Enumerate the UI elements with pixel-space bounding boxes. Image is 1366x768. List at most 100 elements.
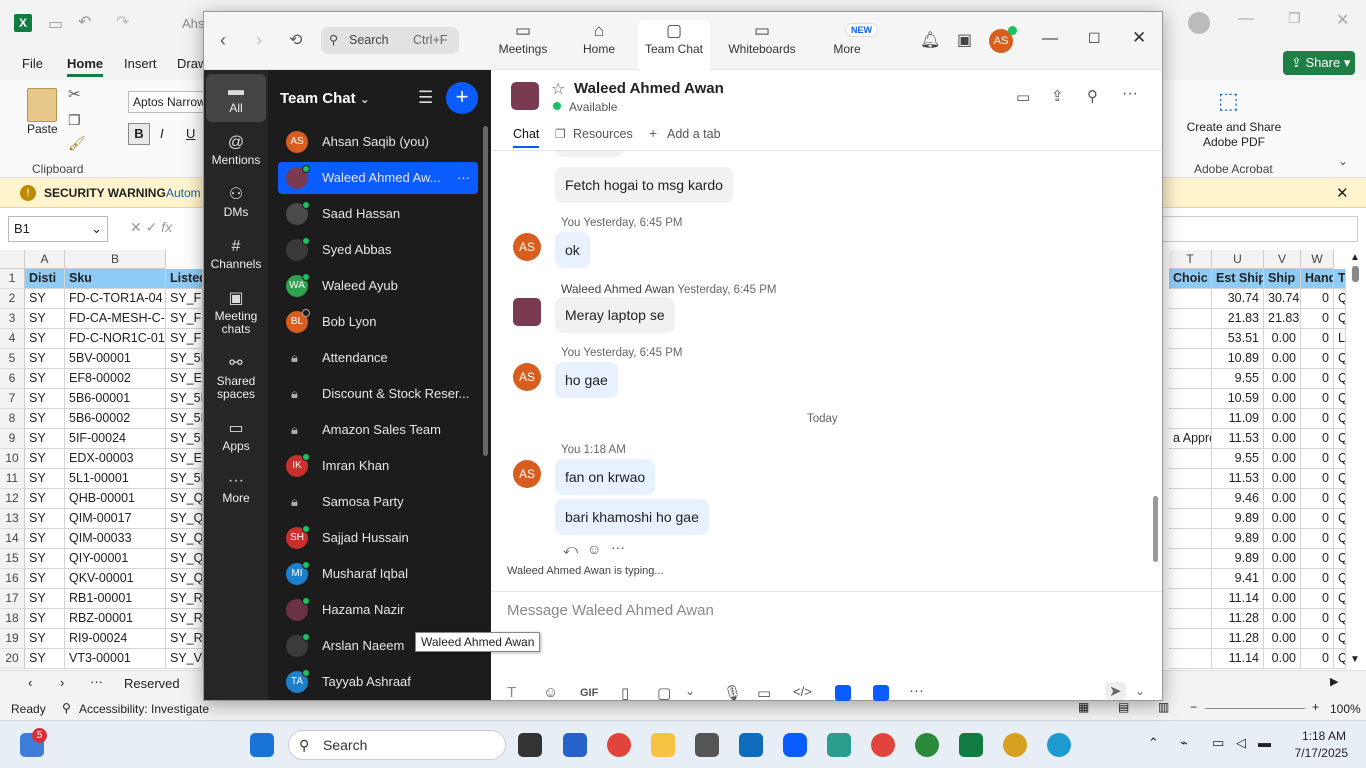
tab-meetings[interactable]: ▭ Meetings — [490, 20, 556, 70]
header-cell[interactable]: Ship — [1264, 269, 1301, 289]
message-scrollbar[interactable] — [1153, 496, 1158, 562]
list-item[interactable]: 🔒︎ Samosa Party — [278, 486, 478, 518]
table-cell[interactable]: 9.41 — [1212, 569, 1264, 589]
file-explorer-icon[interactable] — [651, 733, 675, 757]
table-cell[interactable]: 21.83 — [1212, 309, 1264, 329]
table-cell[interactable]: Q — [1334, 349, 1346, 369]
zoom-app-icon[interactable] — [783, 733, 807, 757]
scroll-right-icon[interactable]: ▶ — [1330, 675, 1338, 688]
table-cell[interactable] — [1169, 509, 1212, 529]
table-cell[interactable] — [1169, 609, 1212, 629]
name-box[interactable]: B1 ⌄ — [8, 216, 108, 242]
list-item[interactable]: WA Waleed Ayub — [278, 270, 478, 302]
zoom-level[interactable]: 100% — [1330, 702, 1361, 716]
table-cell[interactable]: 0 — [1301, 589, 1334, 609]
table-cell[interactable]: 0 — [1301, 549, 1334, 569]
table-cell[interactable]: 11.09 — [1212, 409, 1264, 429]
table-cell[interactable]: 0.00 — [1264, 629, 1301, 649]
table-cell[interactable]: Q — [1334, 309, 1346, 329]
table-cell[interactable]: 11.28 — [1212, 629, 1264, 649]
table-cell[interactable]: 0 — [1301, 429, 1334, 449]
table-cell[interactable]: SY_5IF — [166, 429, 203, 449]
table-cell[interactable]: 0.00 — [1264, 509, 1301, 529]
italic-button[interactable]: I — [160, 126, 164, 141]
message-composer[interactable]: Message Waleed Ahmed Awan — [507, 602, 714, 619]
save-icon[interactable]: ▭ — [48, 14, 63, 34]
close-icon[interactable]: ✕ — [1132, 28, 1146, 48]
sheet-tab-reserved[interactable]: Reserved — [124, 676, 180, 691]
undo-icon[interactable]: ↶ — [78, 12, 91, 32]
header-cell[interactable]: T — [1334, 269, 1346, 289]
chat-tab-chat[interactable]: Chat — [513, 127, 540, 148]
table-cell[interactable]: SY — [25, 569, 65, 589]
contact-avatar[interactable] — [513, 298, 541, 326]
menu-file[interactable]: File — [22, 56, 43, 71]
table-cell[interactable]: 0 — [1301, 489, 1334, 509]
adobe-pdf-icon[interactable]: ⬚ — [1218, 88, 1239, 114]
avatar[interactable]: AS — [513, 460, 541, 488]
warning-text[interactable]: Autom — [166, 186, 201, 200]
row-header[interactable]: 10 — [0, 449, 25, 469]
new-chat-button[interactable]: + — [446, 82, 478, 114]
table-cell[interactable]: 9.89 — [1212, 549, 1264, 569]
paste-label[interactable]: Paste — [27, 122, 58, 136]
chrome-profile2-icon[interactable] — [915, 733, 939, 757]
table-cell[interactable]: 0.00 — [1264, 569, 1301, 589]
table-cell[interactable]: QKV-00001 — [65, 569, 166, 589]
table-cell[interactable] — [1169, 629, 1212, 649]
table-cell[interactable]: 0 — [1301, 509, 1334, 529]
emoji-reaction-icon[interactable]: ☺ — [587, 541, 601, 557]
table-cell[interactable]: FD-C-NOR1C-01 — [65, 329, 166, 349]
create-share-pdf-button[interactable]: Create and Share Adobe PDF — [1186, 120, 1282, 150]
table-cell[interactable]: Q — [1334, 629, 1346, 649]
table-cell[interactable]: Q — [1334, 429, 1346, 449]
table-cell[interactable]: 0 — [1301, 569, 1334, 589]
table-cell[interactable]: SY — [25, 429, 65, 449]
table-cell[interactable]: Q — [1334, 529, 1346, 549]
copy-icon[interactable]: ❐ — [68, 112, 81, 129]
table-cell[interactable]: RB1-00001 — [65, 589, 166, 609]
table-cell[interactable]: 0.00 — [1264, 449, 1301, 469]
table-cell[interactable]: SY — [25, 529, 65, 549]
calendar-icon[interactable]: ▣ — [957, 30, 972, 50]
rail-apps[interactable]: ▭ Apps — [206, 418, 266, 453]
table-cell[interactable]: SY_5B — [166, 349, 203, 369]
table-cell[interactable]: 9.46 — [1212, 489, 1264, 509]
table-cell[interactable]: QIY-00001 — [65, 549, 166, 569]
page-break-icon[interactable]: ▥ — [1158, 700, 1169, 714]
table-cell[interactable]: SY — [25, 369, 65, 389]
table-cell[interactable]: 0 — [1301, 449, 1334, 469]
rail-meeting-chats[interactable]: ▣ Meeting chats — [206, 288, 266, 336]
app-icon-1[interactable] — [835, 685, 851, 701]
chevron-down-icon[interactable]: ⌄ — [685, 684, 695, 698]
table-cell[interactable]: 0.00 — [1264, 589, 1301, 609]
avatar[interactable]: AS — [513, 363, 541, 391]
table-cell[interactable]: SY_QH — [166, 489, 203, 509]
code-icon[interactable]: </> — [793, 684, 812, 699]
message-area[interactable]: Fetch hogai to msg kardo You Yesterday, … — [491, 151, 1162, 591]
row-header[interactable]: 9 — [0, 429, 25, 449]
table-cell[interactable]: SY_ED — [166, 449, 203, 469]
tray-chevron-icon[interactable]: ⌃ — [1148, 735, 1159, 751]
row-header[interactable]: 15 — [0, 549, 25, 569]
table-cell[interactable] — [1169, 549, 1212, 569]
ribbon-collapse-icon[interactable]: ⌄ — [1338, 154, 1348, 168]
calculator-icon[interactable] — [695, 733, 719, 757]
composer-more-icon[interactable]: ··· — [909, 682, 924, 699]
list-item[interactable]: Waleed Ahmed Aw... ··· — [278, 162, 478, 194]
row-header[interactable]: 11 — [0, 469, 25, 489]
zoom-search-box[interactable]: ⚲ Search Ctrl+F — [321, 27, 459, 54]
table-cell[interactable] — [1169, 409, 1212, 429]
table-cell[interactable] — [1169, 649, 1212, 669]
table-cell[interactable]: Q — [1334, 649, 1346, 669]
table-cell[interactable]: Q — [1334, 589, 1346, 609]
table-cell[interactable]: RI9-00024 — [65, 629, 166, 649]
restore-icon[interactable]: ❐ — [1288, 10, 1301, 27]
table-cell[interactable]: Q — [1334, 469, 1346, 489]
table-cell[interactable]: SY — [25, 629, 65, 649]
list-item[interactable]: Saad Hassan — [278, 198, 478, 230]
redo-icon[interactable]: ↷ — [116, 12, 129, 32]
table-cell[interactable] — [1169, 489, 1212, 509]
row-header[interactable]: 13 — [0, 509, 25, 529]
app-icon[interactable] — [827, 733, 851, 757]
